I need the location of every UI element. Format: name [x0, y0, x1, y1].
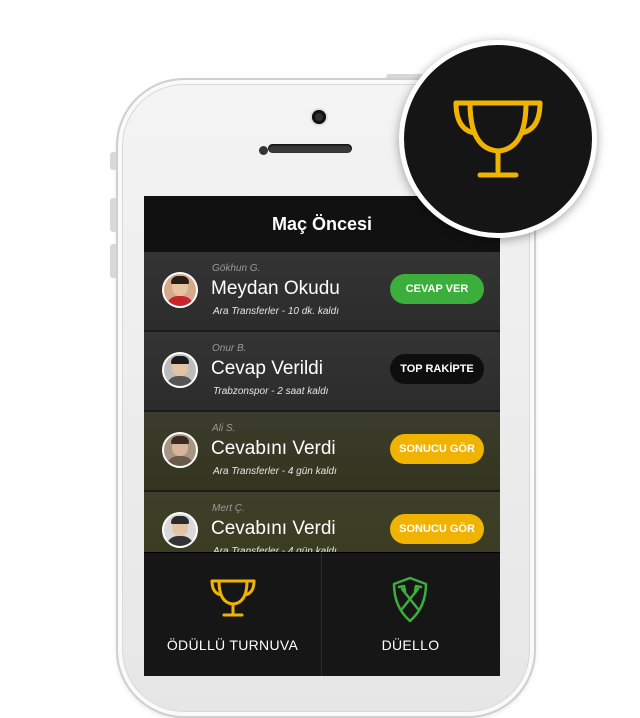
tab-label: ÖDÜLLÜ TURNUVA [166, 637, 299, 653]
status-text: Cevabını Verdi [211, 518, 336, 539]
trophy-icon [210, 579, 256, 617]
user-name: Ali S. [212, 423, 236, 434]
see-result-button[interactable]: SONUCU GÖR [390, 514, 484, 544]
proximity-sensor [259, 146, 268, 155]
list-item[interactable]: Ali S. Cevabını Verdi Ara Transferler - … [144, 412, 500, 492]
app-screen: Maç Öncesi Gökhun G. Meydan Okudu Ara Tr… [144, 196, 500, 676]
list-item[interactable]: Gökhun G. Meydan Okudu Ara Transferler -… [144, 252, 500, 332]
bottom-tab-bar: ÖDÜLLÜ TURNUVA DÜELLO [144, 552, 500, 676]
user-name: Mert Ç. [212, 503, 245, 514]
trophy-icon [453, 100, 543, 178]
status-text: Meydan Okudu [211, 278, 340, 299]
shield-axes-icon [392, 576, 428, 623]
see-result-button[interactable]: SONUCU GÖR [390, 434, 484, 464]
status-text: Cevabını Verdi [211, 438, 336, 459]
avatar [162, 272, 198, 308]
list-item[interactable]: Onur B. Cevap Verildi Trabzonspor - 2 sa… [144, 332, 500, 412]
front-camera [312, 110, 326, 124]
avatar [162, 432, 198, 468]
meta-text: Ara Transferler - 10 dk. kaldı [213, 306, 339, 317]
volume-up-button [110, 198, 116, 232]
mute-switch [110, 152, 116, 170]
tab-prize-tournament[interactable]: ÖDÜLLÜ TURNUVA [144, 553, 322, 676]
volume-down-button [110, 244, 116, 278]
match-list: Gökhun G. Meydan Okudu Ara Transferler -… [144, 252, 500, 572]
user-name: Gökhun G. [212, 263, 261, 274]
meta-text: Trabzonspor - 2 saat kaldı [213, 386, 329, 397]
user-name: Onur B. [212, 343, 247, 354]
meta-text: Ara Transferler - 4 gün kaldı [213, 466, 337, 477]
status-text: Cevap Verildi [211, 358, 323, 379]
avatar [162, 352, 198, 388]
tab-label: DÜELLO [381, 637, 440, 653]
ball-with-opponent-button[interactable]: TOP RAKİPTE [390, 354, 484, 384]
trophy-badge [399, 40, 597, 238]
avatar [162, 512, 198, 548]
earpiece-speaker [268, 144, 352, 153]
tab-duel[interactable]: DÜELLO [322, 553, 499, 676]
answer-button[interactable]: CEVAP VER [390, 274, 484, 304]
